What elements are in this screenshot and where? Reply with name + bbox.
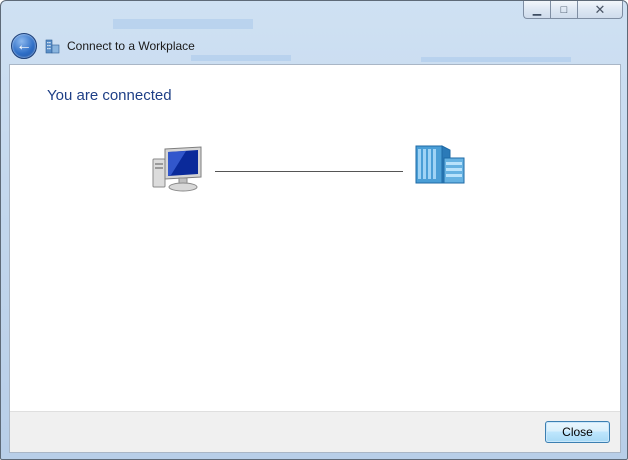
wizard-content: You are connected Close: [9, 64, 621, 453]
computer-icon: [152, 146, 202, 192]
minimize-icon: ▁: [532, 4, 542, 16]
connect-to-workplace-window: ▁ □ ✕ ← Connect to a Workplace You are c…: [0, 0, 628, 460]
close-window-button[interactable]: ✕: [577, 1, 623, 19]
background-blur: [113, 19, 253, 29]
caption-buttons: ▁ □ ✕: [523, 1, 623, 19]
back-button[interactable]: ←: [11, 33, 37, 59]
minimize-button[interactable]: ▁: [523, 1, 550, 19]
wizard-header: ← Connect to a Workplace: [1, 29, 627, 63]
page-heading: You are connected: [47, 87, 172, 104]
maximize-button[interactable]: □: [550, 1, 577, 19]
maximize-icon: □: [560, 3, 568, 16]
back-arrow-icon: ←: [16, 37, 32, 54]
close-icon: ✕: [594, 1, 606, 17]
connection-line: [215, 171, 403, 172]
workplace-building-icon: [415, 145, 465, 184]
wizard-title: Connect to a Workplace: [67, 39, 195, 53]
close-button[interactable]: Close: [545, 421, 610, 443]
wizard-footer: Close: [10, 411, 620, 452]
workplace-icon: [45, 39, 60, 54]
